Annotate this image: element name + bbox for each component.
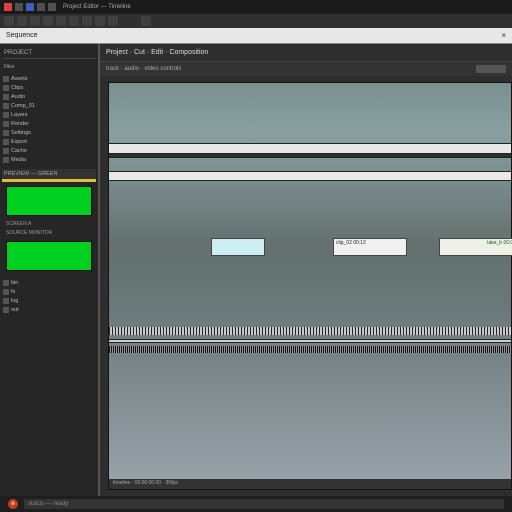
clip-label: clip_02 00:12 <box>336 240 366 254</box>
sidebar-item[interactable]: out <box>2 306 96 314</box>
folder-icon <box>3 76 9 82</box>
secondary-bar: track · audio · video controls <box>100 62 512 76</box>
sidebar-subheader: Files <box>2 62 96 72</box>
status-field: status — ready <box>24 499 504 509</box>
menu-item[interactable] <box>17 16 27 26</box>
timeline-clip[interactable]: clip_02 00:12 <box>333 238 407 256</box>
close-icon[interactable]: × <box>501 31 506 40</box>
app-icon <box>4 3 12 11</box>
timeline-viewport[interactable]: clip_02 00:12 take_b 00:08 timeline · 00… <box>108 82 512 490</box>
menu-item[interactable] <box>30 16 40 26</box>
folder-icon <box>3 94 9 100</box>
app-logo-icon[interactable]: e <box>8 499 18 509</box>
menu-item[interactable] <box>56 16 66 26</box>
sidebar-item-label: out <box>11 307 19 313</box>
sidebar-item-label: Media <box>11 157 26 163</box>
titlebar-icon <box>15 3 23 11</box>
tabstrip[interactable]: Sequence × <box>0 28 512 44</box>
menu-item[interactable] <box>95 16 105 26</box>
menubar[interactable] <box>0 14 512 28</box>
sidebar-item[interactable]: Audio <box>2 93 96 101</box>
folder-icon <box>3 148 9 154</box>
timeline-clip[interactable] <box>211 238 265 256</box>
titlebar-icon <box>37 3 45 11</box>
sidebar-item[interactable]: Comp_01 <box>2 102 96 110</box>
sidebar-item[interactable]: Settings <box>2 129 96 137</box>
sidebar-item-label: Export <box>11 139 27 145</box>
sidebar-header: PROJECT <box>2 48 96 59</box>
timeline-ruler[interactable] <box>109 339 511 343</box>
sidebar-item-label: Render <box>11 121 29 127</box>
sidebar-item[interactable]: fx <box>2 288 96 296</box>
secondary-text: track · audio · video controls <box>106 66 181 72</box>
waveform-track[interactable] <box>109 346 511 353</box>
file-icon <box>3 289 9 295</box>
sidebar-item[interactable]: Assets <box>2 75 96 83</box>
sidebar-item[interactable]: Export <box>2 138 96 146</box>
sidebar-item-label: Layers <box>11 112 28 118</box>
window-title: Project Editor — Timeline <box>63 4 131 10</box>
menu-item[interactable] <box>141 16 151 26</box>
timeline-status: timeline · 00:00:00:00 · 30fps <box>109 479 511 489</box>
clip-label: take_b 00:08 <box>487 240 512 254</box>
sidebar-item-label: Cache <box>11 148 27 154</box>
preview-thumbnail[interactable] <box>6 186 92 216</box>
main-header-text: Project · Cut · Edit · Composition <box>106 49 208 56</box>
sidebar-item-label: Comp_01 <box>11 103 35 109</box>
timeline-clip[interactable]: take_b 00:08 <box>439 238 512 256</box>
preview-thumbnail[interactable] <box>6 241 92 271</box>
folder-icon <box>3 157 9 163</box>
menu-item[interactable] <box>82 16 92 26</box>
folder-icon <box>3 130 9 136</box>
sidebar-item-label: Settings <box>11 130 31 136</box>
file-icon <box>3 298 9 304</box>
folder-icon <box>3 85 9 91</box>
timeline-row[interactable]: clip_02 00:12 take_b 00:08 <box>109 238 511 256</box>
titlebar: Project Editor — Timeline <box>0 0 512 14</box>
timeline-track[interactable] <box>109 153 511 158</box>
sidebar: PROJECT Files Assets Clips Audio Comp_01… <box>0 44 100 496</box>
slot-control[interactable] <box>476 65 506 73</box>
folder-icon <box>3 112 9 118</box>
sidebar-item-label: fx <box>11 289 15 295</box>
sidebar-item[interactable]: Layers <box>2 111 96 119</box>
titlebar-icon <box>48 3 56 11</box>
titlebar-icon <box>26 3 34 11</box>
file-icon <box>3 307 9 313</box>
folder-icon <box>3 121 9 127</box>
sidebar-item-label: Audio <box>11 94 25 100</box>
sidebar-item[interactable]: Cache <box>2 147 96 155</box>
menu-item[interactable] <box>69 16 79 26</box>
menu-item[interactable] <box>108 16 118 26</box>
preview-label: SOURCE MONITOR <box>2 229 96 237</box>
menu-item[interactable] <box>43 16 53 26</box>
sidebar-item-label: Clips <box>11 85 23 91</box>
preview-label: SCREEN A <box>2 220 96 228</box>
sidebar-item-label: Assets <box>11 76 28 82</box>
footer: e status — ready <box>0 496 512 512</box>
sidebar-item[interactable]: bin <box>2 279 96 287</box>
timeline-track[interactable] <box>109 171 511 181</box>
tab-active[interactable]: Sequence <box>6 32 38 39</box>
preview-panel-header: PREVIEW — GREEN <box>2 169 96 182</box>
sidebar-item-label: bin <box>11 280 18 286</box>
folder-icon <box>3 139 9 145</box>
waveform-track[interactable] <box>109 327 511 335</box>
sidebar-item[interactable]: Render <box>2 120 96 128</box>
sidebar-item[interactable]: log <box>2 297 96 305</box>
folder-icon <box>3 103 9 109</box>
menu-item[interactable] <box>4 16 14 26</box>
sidebar-item[interactable]: Media <box>2 156 96 164</box>
file-icon <box>3 280 9 286</box>
sidebar-item-label: log <box>11 298 18 304</box>
sidebar-item[interactable]: Clips <box>2 84 96 92</box>
main-header: Project · Cut · Edit · Composition <box>100 44 512 62</box>
main-panel: Project · Cut · Edit · Composition track… <box>100 44 512 496</box>
